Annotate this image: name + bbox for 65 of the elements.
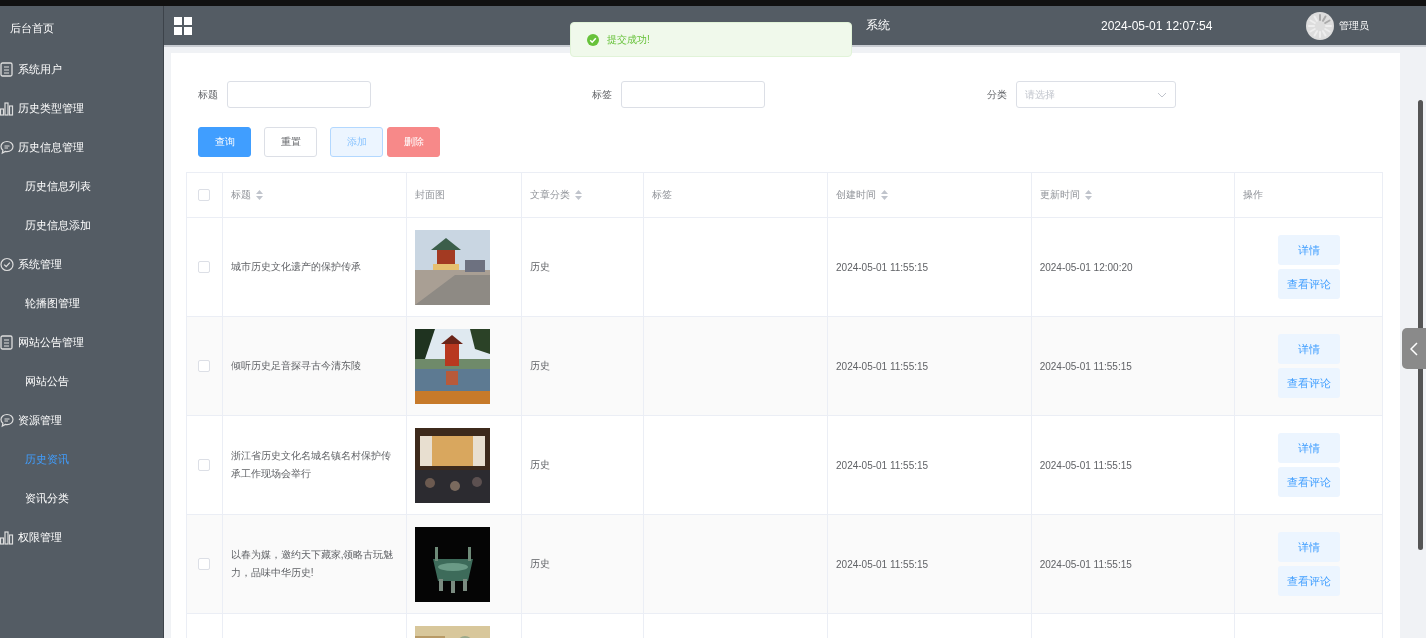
menu-item[interactable]: 系统管理	[0, 245, 163, 284]
submenu-item[interactable]: 轮播图管理	[0, 284, 163, 323]
menu-item[interactable]: 权限管理	[0, 518, 163, 557]
column-header: 文章分类	[529, 188, 570, 202]
submenu-item[interactable]: 资讯分类	[0, 479, 163, 518]
table-cell: 2024-05-01 11:55:15	[836, 360, 929, 372]
chat-bubble-icon	[0, 140, 14, 155]
table-cell-text: 浙江省历史文化名城名镇名村保护传承工作现场会举行	[230, 449, 392, 481]
document-icon	[0, 335, 14, 350]
check-circle-icon	[0, 257, 14, 272]
checkbox[interactable]	[198, 558, 211, 570]
field-label: 标签	[592, 87, 612, 102]
avatar-icon	[1306, 11, 1335, 40]
menu-item[interactable]: 系统用户	[0, 50, 163, 89]
checkbox[interactable]	[198, 189, 211, 201]
toast-message: 提交成功!	[607, 32, 650, 47]
column-header: 标签	[652, 188, 672, 202]
table-cell: 2024-05-01 11:55:15	[1039, 558, 1132, 570]
column-header: 标题	[230, 188, 251, 202]
table-cell: 2024-05-01 11:55:15	[1039, 360, 1132, 372]
date-time: 2024-05-01 12:07:54	[1101, 18, 1213, 33]
table-cell: 2024-05-01 11:55:15	[1039, 459, 1132, 471]
menu-item[interactable]: 后台首页	[0, 6, 163, 50]
field-label: 标题	[198, 87, 218, 102]
submenu-item[interactable]: 网站公告	[0, 362, 163, 401]
table-cell-text: 倾听历史足音探寻古今清东陵	[230, 359, 361, 373]
table-cell: 2024-05-01 11:55:15	[836, 261, 929, 273]
menu-item[interactable]: 历史类型管理	[0, 89, 163, 128]
system-title: 系统	[866, 17, 890, 34]
table-cell: 2024-05-01 11:55:15	[836, 558, 929, 570]
menu-item[interactable]: 资源管理	[0, 401, 163, 440]
table-cell: 历史	[529, 557, 550, 571]
submenu-item[interactable]: 历史信息列表	[0, 167, 163, 206]
column-header: 操作	[1243, 188, 1264, 202]
submenu-item[interactable]: 历史信息添加	[0, 206, 163, 245]
scrollbar[interactable]	[1418, 100, 1423, 550]
input-field[interactable]	[227, 81, 371, 108]
action-button[interactable]: 重置	[264, 127, 317, 157]
grid-menu-icon	[174, 16, 192, 35]
chat-bubble-icon	[0, 413, 14, 428]
chevron-down-icon	[1157, 91, 1167, 98]
menu-item[interactable]: 历史信息管理	[0, 128, 163, 167]
table-cell: 历史	[529, 458, 550, 472]
checkbox[interactable]	[198, 459, 211, 471]
bar-chart-icon	[0, 530, 14, 545]
field-label: 分类	[987, 87, 1007, 102]
checkbox[interactable]	[198, 360, 211, 372]
checkbox[interactable]	[198, 261, 211, 273]
table-cell: 历史	[529, 359, 550, 373]
chevron-left-icon	[1410, 341, 1418, 356]
input-field[interactable]	[621, 81, 765, 108]
table-cell-text: 城市历史文化遗产的保护传承	[230, 260, 361, 274]
table-cell: 2024-05-01 11:55:15	[836, 459, 929, 471]
bar-chart-icon	[0, 101, 14, 116]
user-name[interactable]: 管理员	[1339, 18, 1370, 33]
table-cell: 2024-05-01 12:00:20	[1039, 261, 1133, 273]
table-cell: 历史	[529, 260, 550, 274]
menu-item[interactable]: 网站公告管理	[0, 323, 163, 362]
column-header: 创建时间	[836, 188, 876, 202]
column-header: 封面图	[414, 188, 445, 202]
document-icon	[0, 62, 14, 77]
collapse-tab[interactable]	[1402, 328, 1426, 369]
column-header: 更新时间	[1039, 188, 1080, 202]
success-icon	[587, 33, 599, 46]
table-cell-text: 以春为媒，邀约天下藏家,领略古玩魅力，品味中华历史!	[230, 548, 395, 580]
